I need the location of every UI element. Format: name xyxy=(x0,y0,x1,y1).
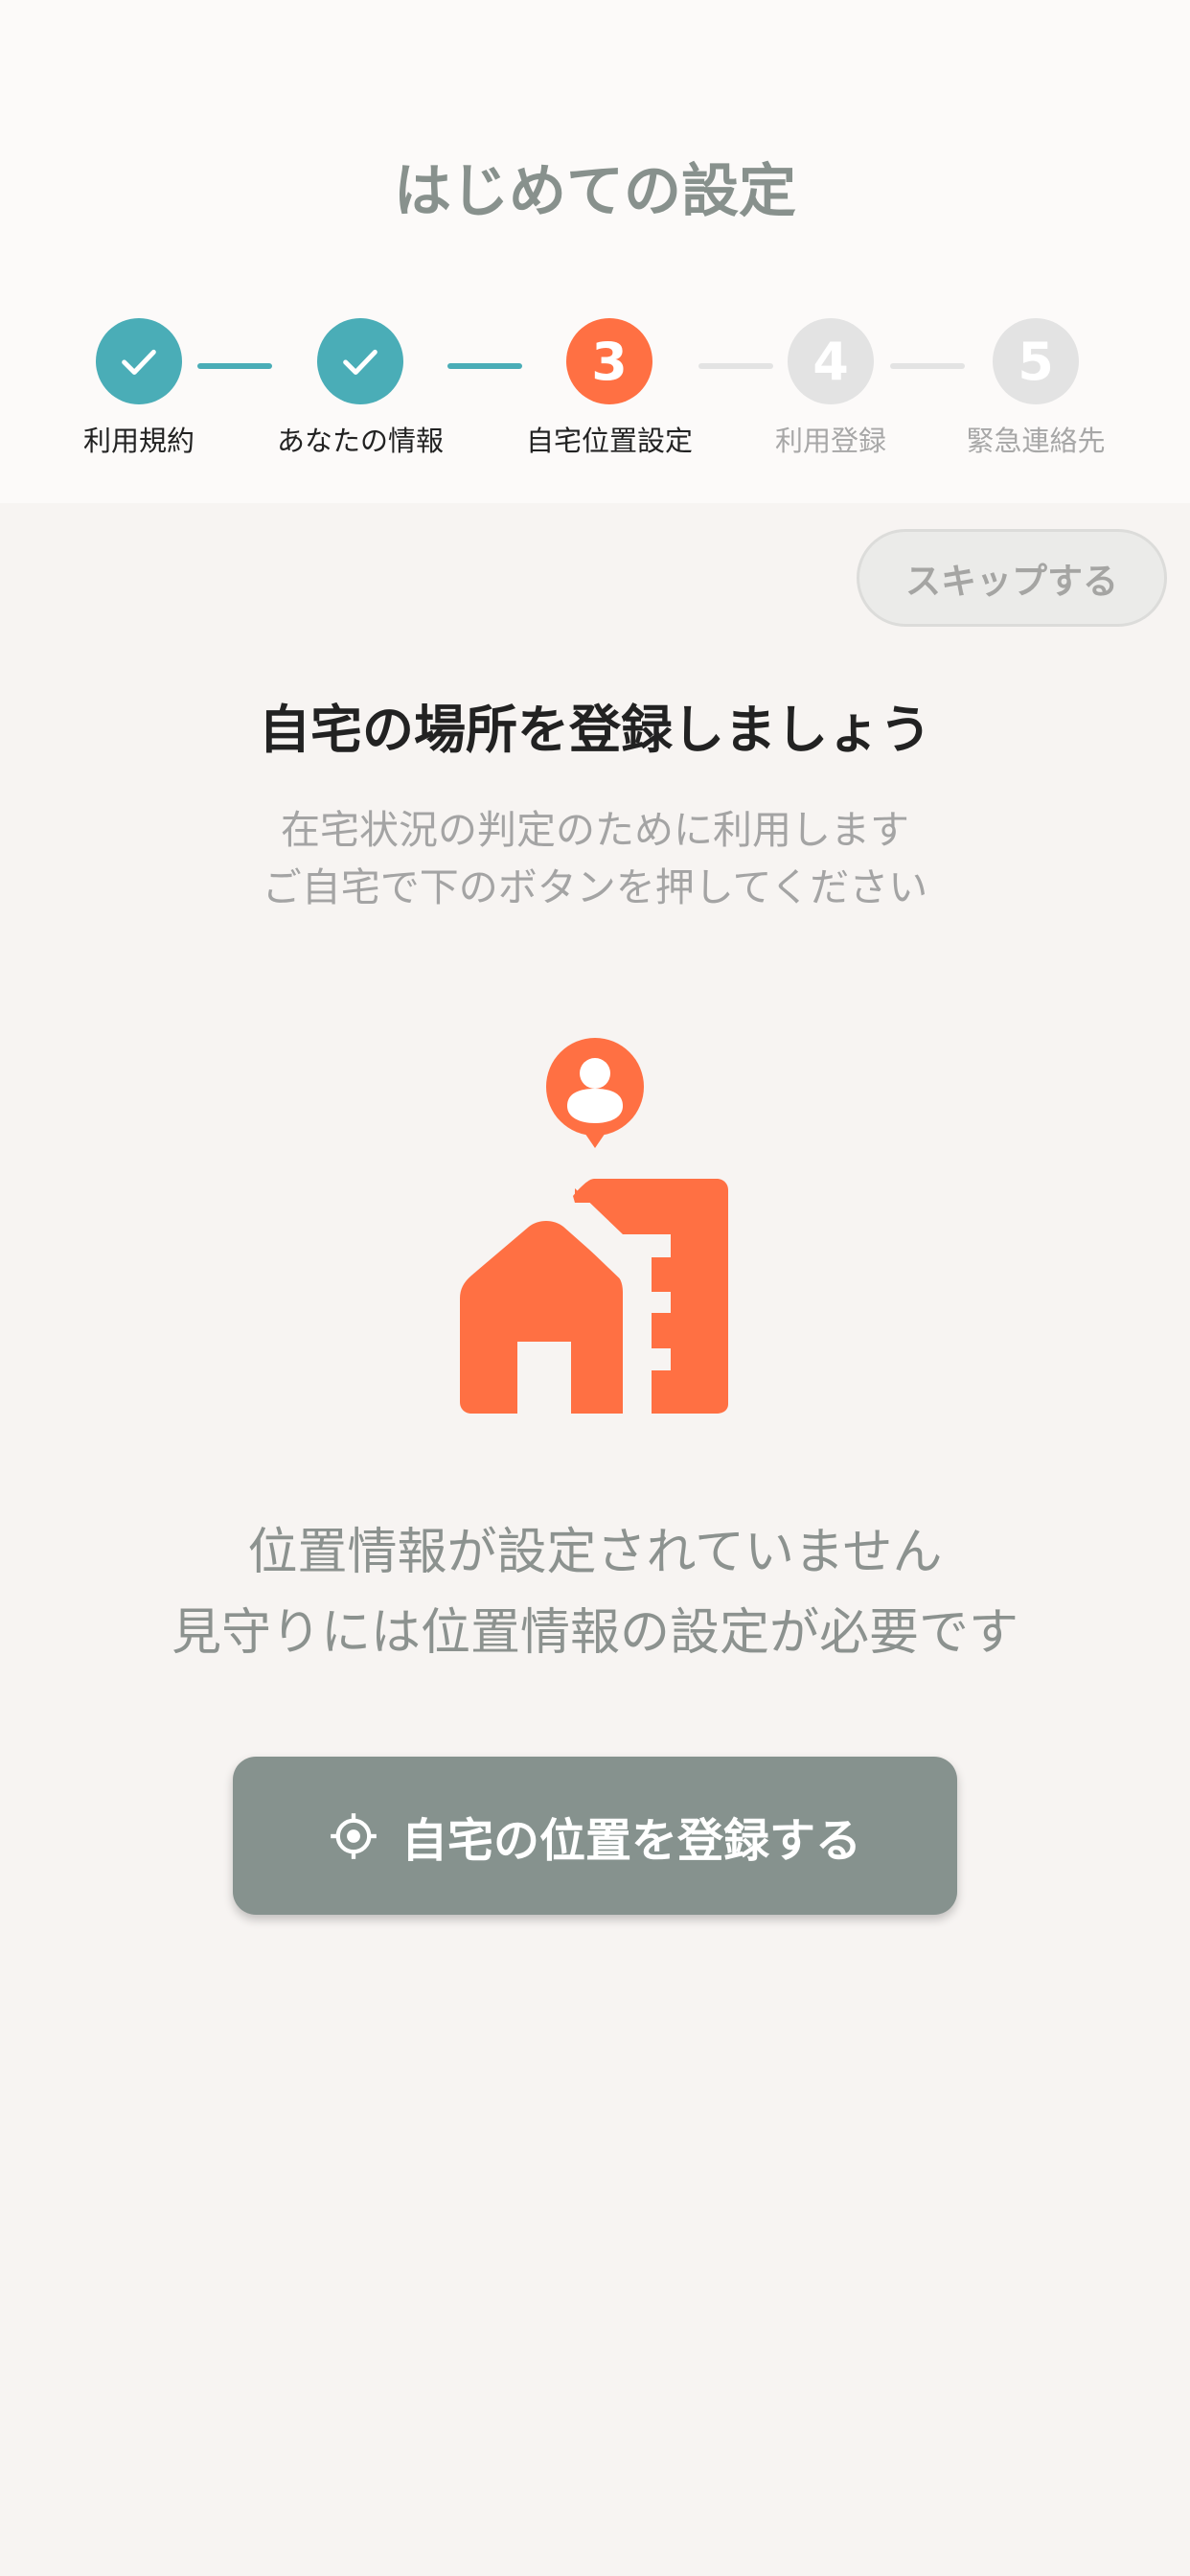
header: はじめての設定 利用規約 あなたの情報 3 自宅位置設定 4 利用登録 5 緊急… xyxy=(0,0,1190,503)
status-line-2: 見守りには位置情報の設定が必要です xyxy=(171,1604,1018,1662)
step-3-circle: 3 xyxy=(566,318,652,404)
step-connector xyxy=(197,363,272,369)
step-2-circle xyxy=(317,318,403,404)
step-4-label: 利用登録 xyxy=(774,425,886,457)
section-title: 自宅の場所を登録しましょう xyxy=(259,700,931,760)
skip-button[interactable]: スキップする xyxy=(857,529,1167,627)
section-description: 在宅状況の判定のために利用します ご自宅で下のボタンを押してください xyxy=(0,801,1190,916)
step-5-circle: 5 xyxy=(993,318,1079,404)
description-line-1: 在宅状況の判定のために利用します xyxy=(281,807,909,853)
status-line-1: 位置情報が設定されていません xyxy=(247,1524,943,1581)
check-icon xyxy=(343,349,378,375)
location-status-message: 位置情報が設定されていません 見守りには位置情報の設定が必要です xyxy=(0,1512,1190,1673)
step-5-label: 緊急連絡先 xyxy=(966,425,1106,457)
home-location-illustration xyxy=(450,1035,738,1418)
step-2-label: あなたの情報 xyxy=(276,425,444,457)
page-title: はじめての設定 xyxy=(394,158,796,225)
person-pin-icon xyxy=(546,1038,644,1148)
step-connector xyxy=(698,363,773,369)
step-1-circle xyxy=(96,318,182,404)
register-button-label: 自宅の位置を登録する xyxy=(400,1813,861,1868)
step-4-circle: 4 xyxy=(788,318,874,404)
register-home-location-button[interactable]: 自宅の位置を登録する xyxy=(233,1757,957,1915)
step-connector xyxy=(890,363,965,369)
description-line-2: ご自宅で下のボタンを押してください xyxy=(262,864,928,910)
location-target-icon xyxy=(331,1812,377,1859)
check-icon xyxy=(122,349,156,375)
step-3-label: 自宅位置設定 xyxy=(525,425,693,457)
step-1-label: 利用規約 xyxy=(82,425,195,457)
house-icon xyxy=(460,1038,728,1414)
step-connector xyxy=(447,363,522,369)
